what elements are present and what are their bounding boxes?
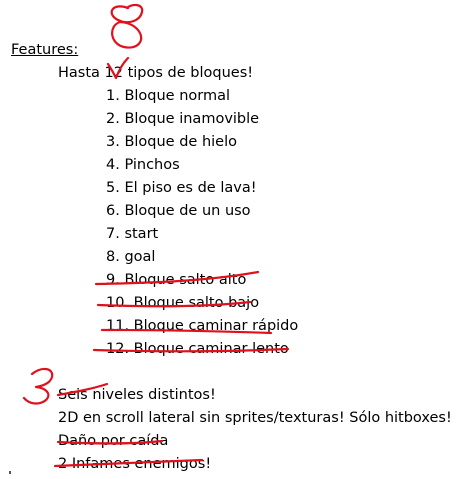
- heading: Features:: [11, 42, 79, 58]
- stray-dot: [9, 471, 11, 474]
- block-item: 6. Bloque de un uso: [106, 203, 251, 219]
- handwritten-number-3: [22, 367, 54, 405]
- feature-item: 2D en scroll lateral sin sprites/textura…: [58, 410, 452, 426]
- block-item: 1. Bloque normal: [106, 88, 231, 104]
- block-item: 2. Bloque inamovible: [106, 111, 260, 127]
- feature-item-struck: Daño por caída: [58, 433, 169, 449]
- intro-line: Hasta 12 tipos de bloques!: [58, 65, 254, 81]
- feature-item: Seis niveles distintos!: [58, 387, 216, 403]
- block-item: 8. goal: [106, 249, 156, 265]
- block-item-struck: 11. Bloque caminar rápido: [106, 318, 299, 334]
- block-item-struck: 10. Bloque salto bajo: [106, 295, 260, 311]
- block-item-struck: 9. Bloque salto alto: [106, 272, 247, 288]
- block-item: 4. Pinchos: [106, 157, 180, 173]
- block-item: 3. Bloque de hielo: [106, 134, 237, 150]
- handwritten-number-8: [110, 3, 144, 49]
- block-item: 7. start: [106, 226, 159, 242]
- block-item: 5. El piso es de lava!: [106, 180, 257, 196]
- block-item-struck: 12. Bloque caminar lento: [106, 341, 289, 357]
- feature-item-struck: 2 Infames enemigos!: [58, 456, 212, 472]
